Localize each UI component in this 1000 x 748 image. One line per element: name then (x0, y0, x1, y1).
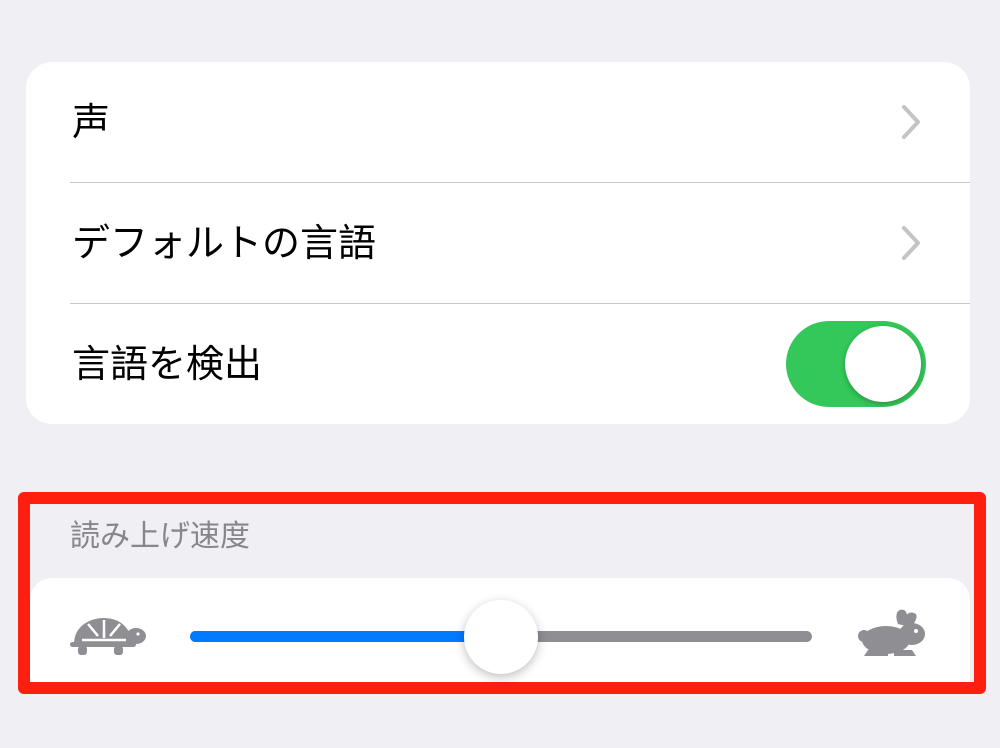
chevron-right-icon (902, 105, 920, 139)
voice-label: 声 (72, 100, 111, 144)
turtle-icon (70, 618, 146, 655)
toggle-knob (845, 326, 921, 402)
detect-language-row: 言語を検出 (26, 304, 970, 424)
speech-rate-header: 読み上げ速度 (70, 519, 250, 554)
detect-language-toggle[interactable] (786, 321, 926, 407)
settings-group: 声 デフォルトの言語 言語を検出 (26, 62, 970, 424)
default-language-row[interactable]: デフォルトの言語 (26, 183, 970, 303)
detect-language-label: 言語を検出 (72, 342, 263, 386)
speech-rate-slider-fill (190, 631, 501, 642)
voice-row[interactable]: 声 (26, 62, 970, 182)
speech-rate-slider-thumb[interactable] (464, 600, 538, 674)
default-language-label: デフォルトの言語 (72, 221, 377, 265)
chevron-right-icon (902, 226, 920, 260)
rabbit-icon (858, 609, 925, 656)
